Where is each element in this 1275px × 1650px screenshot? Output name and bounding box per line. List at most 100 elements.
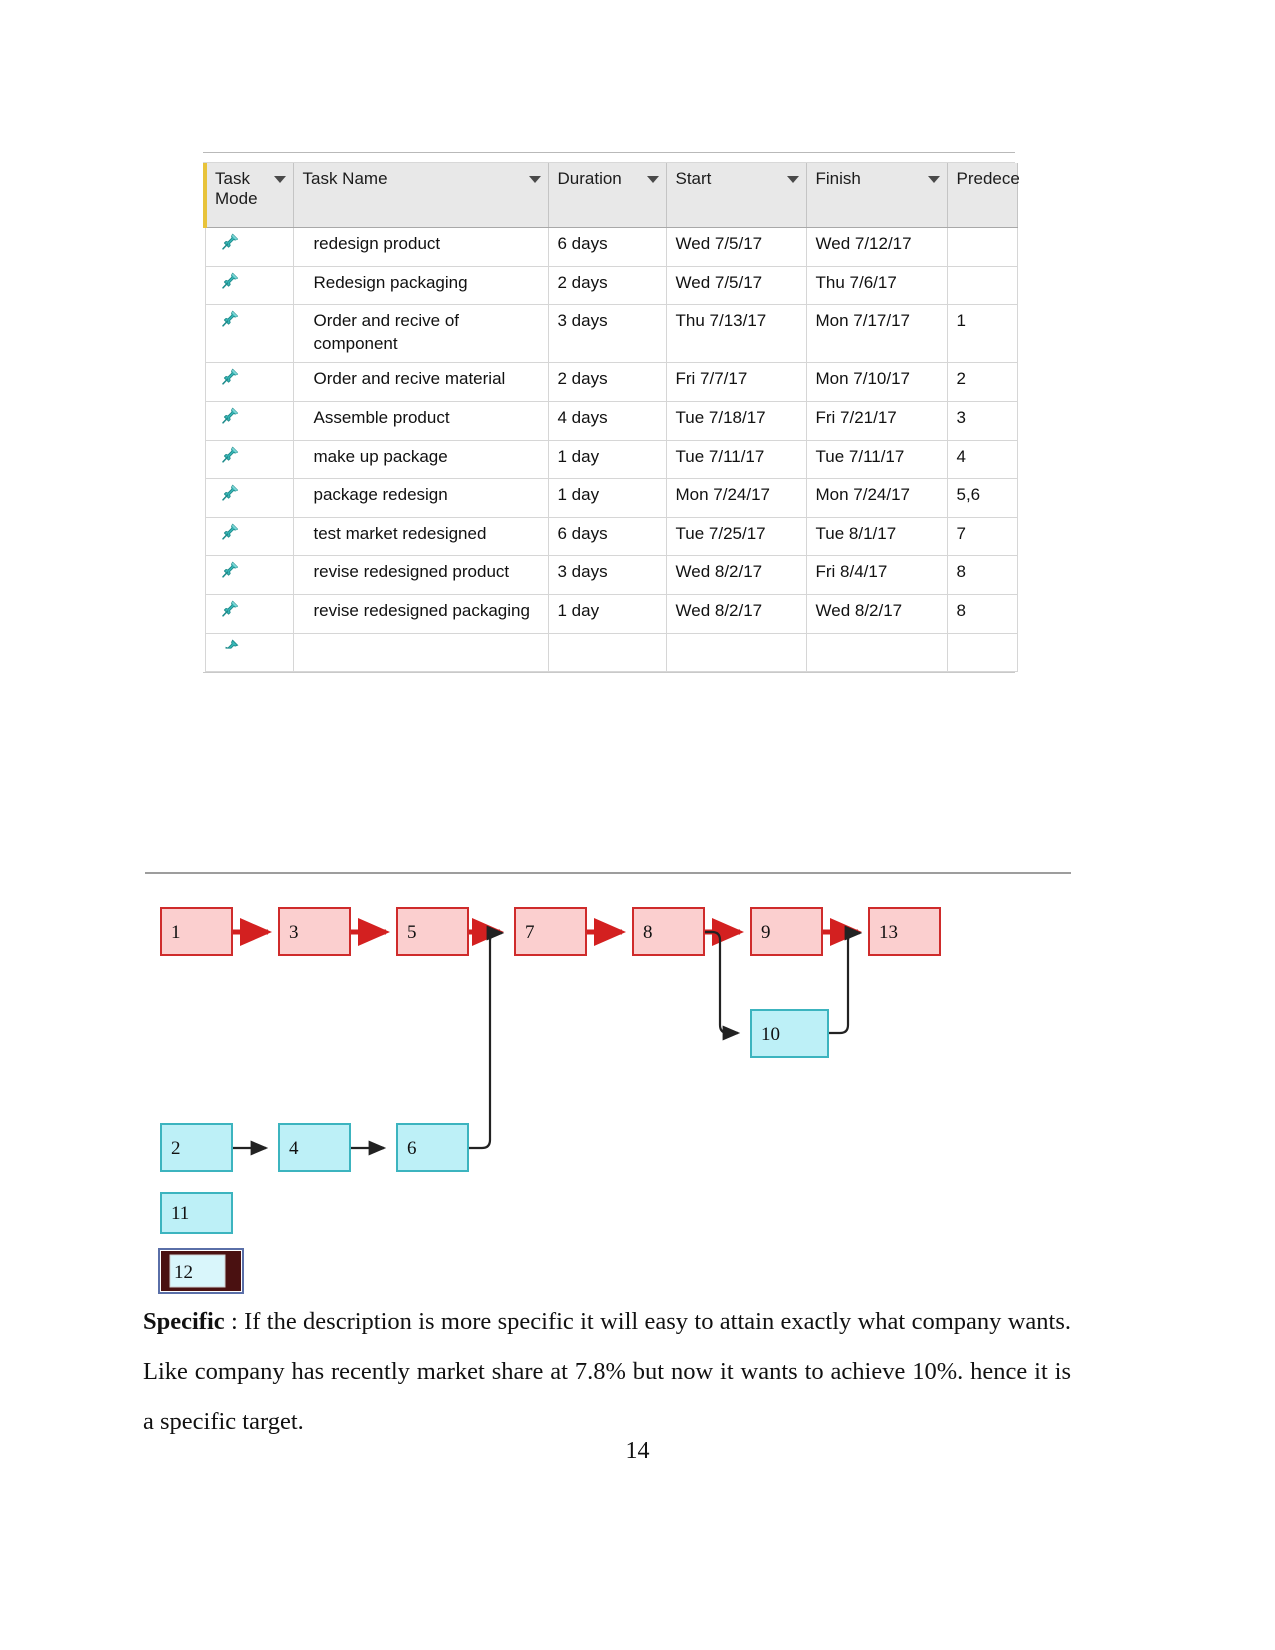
cell-finish[interactable]: Wed 7/12/17 — [806, 227, 948, 267]
cell-predecessors[interactable]: 5,6 — [947, 478, 1018, 518]
cell-predecessors[interactable]: 7 — [947, 517, 1018, 557]
table-row[interactable]: Order and recive material 2 days Fri 7/7/1… — [204, 362, 1018, 403]
cell-predecessors[interactable]: 1 — [947, 304, 1018, 364]
cell-task-mode[interactable] — [204, 304, 294, 364]
table-row[interactable]: Redesign packaging 2 days Wed 7/5/17 Thu 7/… — [204, 266, 1018, 306]
cell-task-name[interactable]: Assemble product — [293, 401, 549, 441]
cell-duration[interactable]: 4 days — [548, 401, 667, 441]
diagram-node-9[interactable]: 9 — [750, 907, 823, 956]
cell-task-name[interactable]: Order and recive material — [293, 362, 549, 403]
cell-finish[interactable]: Mon 7/17/17 — [806, 304, 948, 364]
cell-finish[interactable]: Tue 8/1/17 — [806, 517, 948, 557]
cell-task-mode[interactable] — [204, 227, 294, 267]
cell-task-mode[interactable] — [204, 401, 294, 441]
cell-predecessors[interactable]: 2 — [947, 362, 1018, 403]
cell-start[interactable]: Tue 7/11/17 — [666, 440, 807, 480]
cell-duration[interactable]: 1 day — [548, 594, 667, 634]
cell-duration[interactable]: 6 days — [548, 517, 667, 557]
cell-finish[interactable]: Fri 7/21/17 — [806, 401, 948, 441]
cell-task-mode[interactable] — [204, 440, 294, 480]
table-row[interactable]: Assemble product 4 days Tue 7/18/17 Fri 7/2… — [204, 401, 1018, 441]
cell-finish[interactable]: Wed 8/2/17 — [806, 594, 948, 634]
cell-duration[interactable]: 2 days — [548, 362, 667, 403]
cell-finish[interactable]: Tue 7/11/17 — [806, 440, 948, 480]
table-row[interactable]: redesign product 6 days Wed 7/5/17 Wed 7/12… — [204, 227, 1018, 267]
cell-task-mode[interactable] — [204, 362, 294, 403]
diagram-node-4[interactable]: 4 — [278, 1123, 351, 1172]
diagram-node-5[interactable]: 5 — [396, 907, 469, 956]
diagram-node-2[interactable]: 2 — [160, 1123, 233, 1172]
cell-start[interactable]: Mon 7/24/17 — [666, 478, 807, 518]
column-header-predecessors[interactable]: Predece — [947, 163, 1020, 228]
cell-task-mode[interactable] — [204, 517, 294, 557]
table-row[interactable]: revise redesigned packaging 1 day Wed 8/2/… — [204, 594, 1018, 634]
cell-finish[interactable]: Thu 7/6/17 — [806, 266, 948, 306]
cell-duration[interactable]: 3 days — [548, 555, 667, 596]
table-row[interactable]: revise redesigned product 3 days Wed 8/2/1… — [204, 555, 1018, 596]
cell-start[interactable]: Fri 7/7/17 — [666, 362, 807, 403]
chevron-down-icon[interactable] — [528, 176, 541, 183]
column-header-task-mode[interactable]: Task Mode — [203, 163, 294, 228]
cell-duration[interactable]: 6 days — [548, 227, 667, 267]
cell-task-name[interactable]: Redesign packaging — [293, 266, 549, 306]
diagram-node-10[interactable]: 10 — [750, 1009, 829, 1058]
chevron-down-icon[interactable] — [786, 176, 799, 183]
cell-partial — [548, 633, 667, 673]
cell-finish[interactable]: Fri 8/4/17 — [806, 555, 948, 596]
cell-task-mode[interactable] — [204, 266, 294, 306]
cell-task-name[interactable]: revise redesigned product — [293, 555, 549, 596]
cell-start[interactable]: Wed 8/2/17 — [666, 594, 807, 634]
cell-finish[interactable]: Mon 7/10/17 — [806, 362, 948, 403]
cell-task-name[interactable]: revise redesigned packaging — [293, 594, 549, 634]
diagram-node-1[interactable]: 1 — [160, 907, 233, 956]
chevron-down-icon[interactable] — [273, 176, 286, 183]
cell-task-mode[interactable] — [204, 594, 294, 634]
table-row[interactable]: package redesign 1 day Mon 7/24/17 Mon 7/24… — [204, 478, 1018, 518]
column-header-task-name[interactable]: Task Name — [293, 163, 549, 228]
table-row[interactable]: make up package 1 day Tue 7/11/17 Tue 7/11/… — [204, 440, 1018, 480]
cell-finish[interactable]: Mon 7/24/17 — [806, 478, 948, 518]
cell-task-name[interactable]: test market redesigned — [293, 517, 549, 557]
cell-task-name[interactable]: Order and recive of component — [293, 304, 549, 364]
diagram-node-11[interactable]: 11 — [160, 1192, 233, 1234]
chevron-down-icon[interactable] — [646, 176, 659, 183]
diagram-node-13[interactable]: 13 — [868, 907, 941, 956]
cell-task-name-text: Order and recive of component — [313, 311, 460, 353]
cell-start-text: Wed 8/2/17 — [675, 562, 763, 582]
cell-start[interactable]: Wed 7/5/17 — [666, 227, 807, 267]
cell-duration[interactable]: 1 day — [548, 440, 667, 480]
diagram-node-3[interactable]: 3 — [278, 907, 351, 956]
table-row-partial — [204, 633, 1018, 673]
cell-duration[interactable]: 1 day — [548, 478, 667, 518]
cell-task-mode[interactable] — [204, 555, 294, 596]
cell-start[interactable]: Wed 7/5/17 — [666, 266, 807, 306]
table-row[interactable]: test market redesigned 6 days Tue 7/25/17 T… — [204, 517, 1018, 557]
diagram-node-6[interactable]: 6 — [396, 1123, 469, 1172]
cell-predecessors[interactable]: 8 — [947, 555, 1018, 596]
cell-predecessors[interactable]: 4 — [947, 440, 1018, 480]
cell-duration[interactable]: 2 days — [548, 266, 667, 306]
column-header-duration[interactable]: Duration — [548, 163, 667, 228]
diagram-node-7[interactable]: 7 — [514, 907, 587, 956]
cell-predecessors[interactable] — [947, 266, 1018, 306]
cell-predecessors-text: 2 — [956, 369, 966, 389]
cell-start[interactable]: Tue 7/18/17 — [666, 401, 807, 441]
cell-predecessors[interactable]: 3 — [947, 401, 1018, 441]
column-header-finish[interactable]: Finish — [806, 163, 948, 228]
cell-predecessors[interactable] — [947, 227, 1018, 267]
cell-start[interactable]: Wed 8/2/17 — [666, 555, 807, 596]
diagram-node-8[interactable]: 8 — [632, 907, 705, 956]
cell-task-name[interactable]: make up package — [293, 440, 549, 480]
table-row[interactable]: Order and recive of component 3 days Thu 7… — [204, 304, 1018, 364]
cell-start[interactable]: Tue 7/25/17 — [666, 517, 807, 557]
cell-duration[interactable]: 3 days — [548, 304, 667, 364]
cell-predecessors[interactable]: 8 — [947, 594, 1018, 634]
cell-task-name[interactable]: package redesign — [293, 478, 549, 518]
page-number: 14 — [625, 1438, 650, 1464]
column-header-start[interactable]: Start — [666, 163, 807, 228]
network-diagram: 1 3 5 7 8 9 13 10 2 4 6 11 12 — [140, 885, 1090, 1294]
cell-task-mode[interactable] — [204, 478, 294, 518]
chevron-down-icon[interactable] — [927, 176, 940, 183]
cell-task-name[interactable]: redesign product — [293, 227, 549, 267]
cell-start[interactable]: Thu 7/13/17 — [666, 304, 807, 364]
